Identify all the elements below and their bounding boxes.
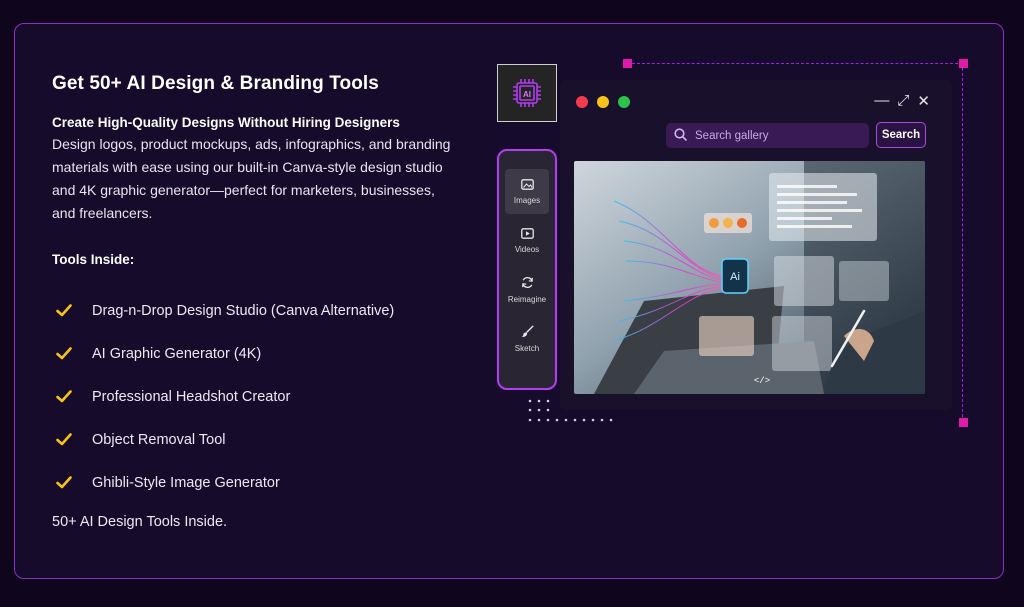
- feature-title: Get 50+ AI Design & Branding Tools: [52, 73, 379, 94]
- tools-list: Drag-n-Drop Design Studio (Canva Alterna…: [52, 289, 452, 504]
- gallery-image[interactable]: Ai </>: [574, 161, 925, 394]
- tool-label: Drag-n-Drop Design Studio (Canva Alterna…: [92, 302, 395, 319]
- sidebar-item-label: Images: [513, 195, 541, 205]
- tool-label: Ghibli-Style Image Generator: [92, 474, 280, 491]
- checkmark-icon: [52, 433, 92, 446]
- decorative-dot-grid: [528, 399, 613, 422]
- close-icon[interactable]: ✕: [917, 92, 930, 110]
- chip-label: AI: [523, 90, 531, 99]
- search-button[interactable]: Search: [876, 122, 926, 148]
- checkmark-icon: [52, 304, 92, 317]
- resize-handle[interactable]: [959, 59, 968, 68]
- minimize-icon[interactable]: —: [874, 92, 889, 110]
- photo-code-label: </>: [754, 376, 770, 386]
- search-icon: [674, 127, 687, 144]
- search-bar: [666, 123, 869, 148]
- feature-description: Design logos, product mockups, ads, info…: [52, 136, 451, 221]
- feature-subtitle: Create High-Quality Designs Without Hiri…: [52, 115, 400, 130]
- window-controls: — ⤢ ✕: [874, 92, 930, 110]
- video-icon: [520, 227, 534, 241]
- checkmark-icon: [52, 347, 92, 360]
- list-item: Ghibli-Style Image Generator: [52, 461, 452, 504]
- checkmark-icon: [52, 476, 92, 489]
- image-icon: [520, 178, 534, 192]
- list-item: Drag-n-Drop Design Studio (Canva Alterna…: [52, 289, 452, 332]
- close-dot-icon[interactable]: [576, 96, 588, 108]
- list-item: Professional Headshot Creator: [52, 375, 452, 418]
- refresh-icon: [521, 276, 534, 291]
- sidebar-item-images[interactable]: Images: [505, 169, 549, 214]
- tool-label: Object Removal Tool: [92, 431, 226, 448]
- maximize-icon[interactable]: ⤢: [897, 92, 909, 110]
- tools-footer: 50+ AI Design Tools Inside.: [52, 514, 228, 530]
- tool-sidebar: Images Videos Reimagine Sketch: [497, 149, 557, 390]
- resize-handle[interactable]: [959, 418, 968, 427]
- sidebar-item-videos[interactable]: Videos: [505, 218, 549, 263]
- minimize-dot-icon[interactable]: [597, 96, 609, 108]
- search-input[interactable]: [693, 128, 857, 143]
- tool-label: Professional Headshot Creator: [92, 388, 291, 405]
- sidebar-item-sketch[interactable]: Sketch: [505, 316, 549, 361]
- sidebar-item-reimagine[interactable]: Reimagine: [505, 267, 549, 312]
- list-item: AI Graphic Generator (4K): [52, 332, 452, 375]
- tools-heading: Tools Inside:: [52, 252, 135, 267]
- ai-chip-icon: AI: [497, 64, 557, 122]
- tool-label: AI Graphic Generator (4K): [92, 345, 262, 362]
- brush-icon: [521, 325, 534, 340]
- resize-handle[interactable]: [623, 59, 632, 68]
- maximize-dot-icon[interactable]: [618, 96, 630, 108]
- feature-text-column: Get 50+ AI Design & Branding Tools Creat…: [52, 72, 452, 530]
- sidebar-item-label: Videos: [514, 244, 540, 254]
- sidebar-item-label: Sketch: [514, 343, 540, 353]
- photo-ai-label: Ai: [730, 271, 740, 283]
- window-dots: [576, 96, 630, 108]
- checkmark-icon: [52, 390, 92, 403]
- list-item: Object Removal Tool: [52, 418, 452, 461]
- sidebar-item-label: Reimagine: [507, 294, 547, 304]
